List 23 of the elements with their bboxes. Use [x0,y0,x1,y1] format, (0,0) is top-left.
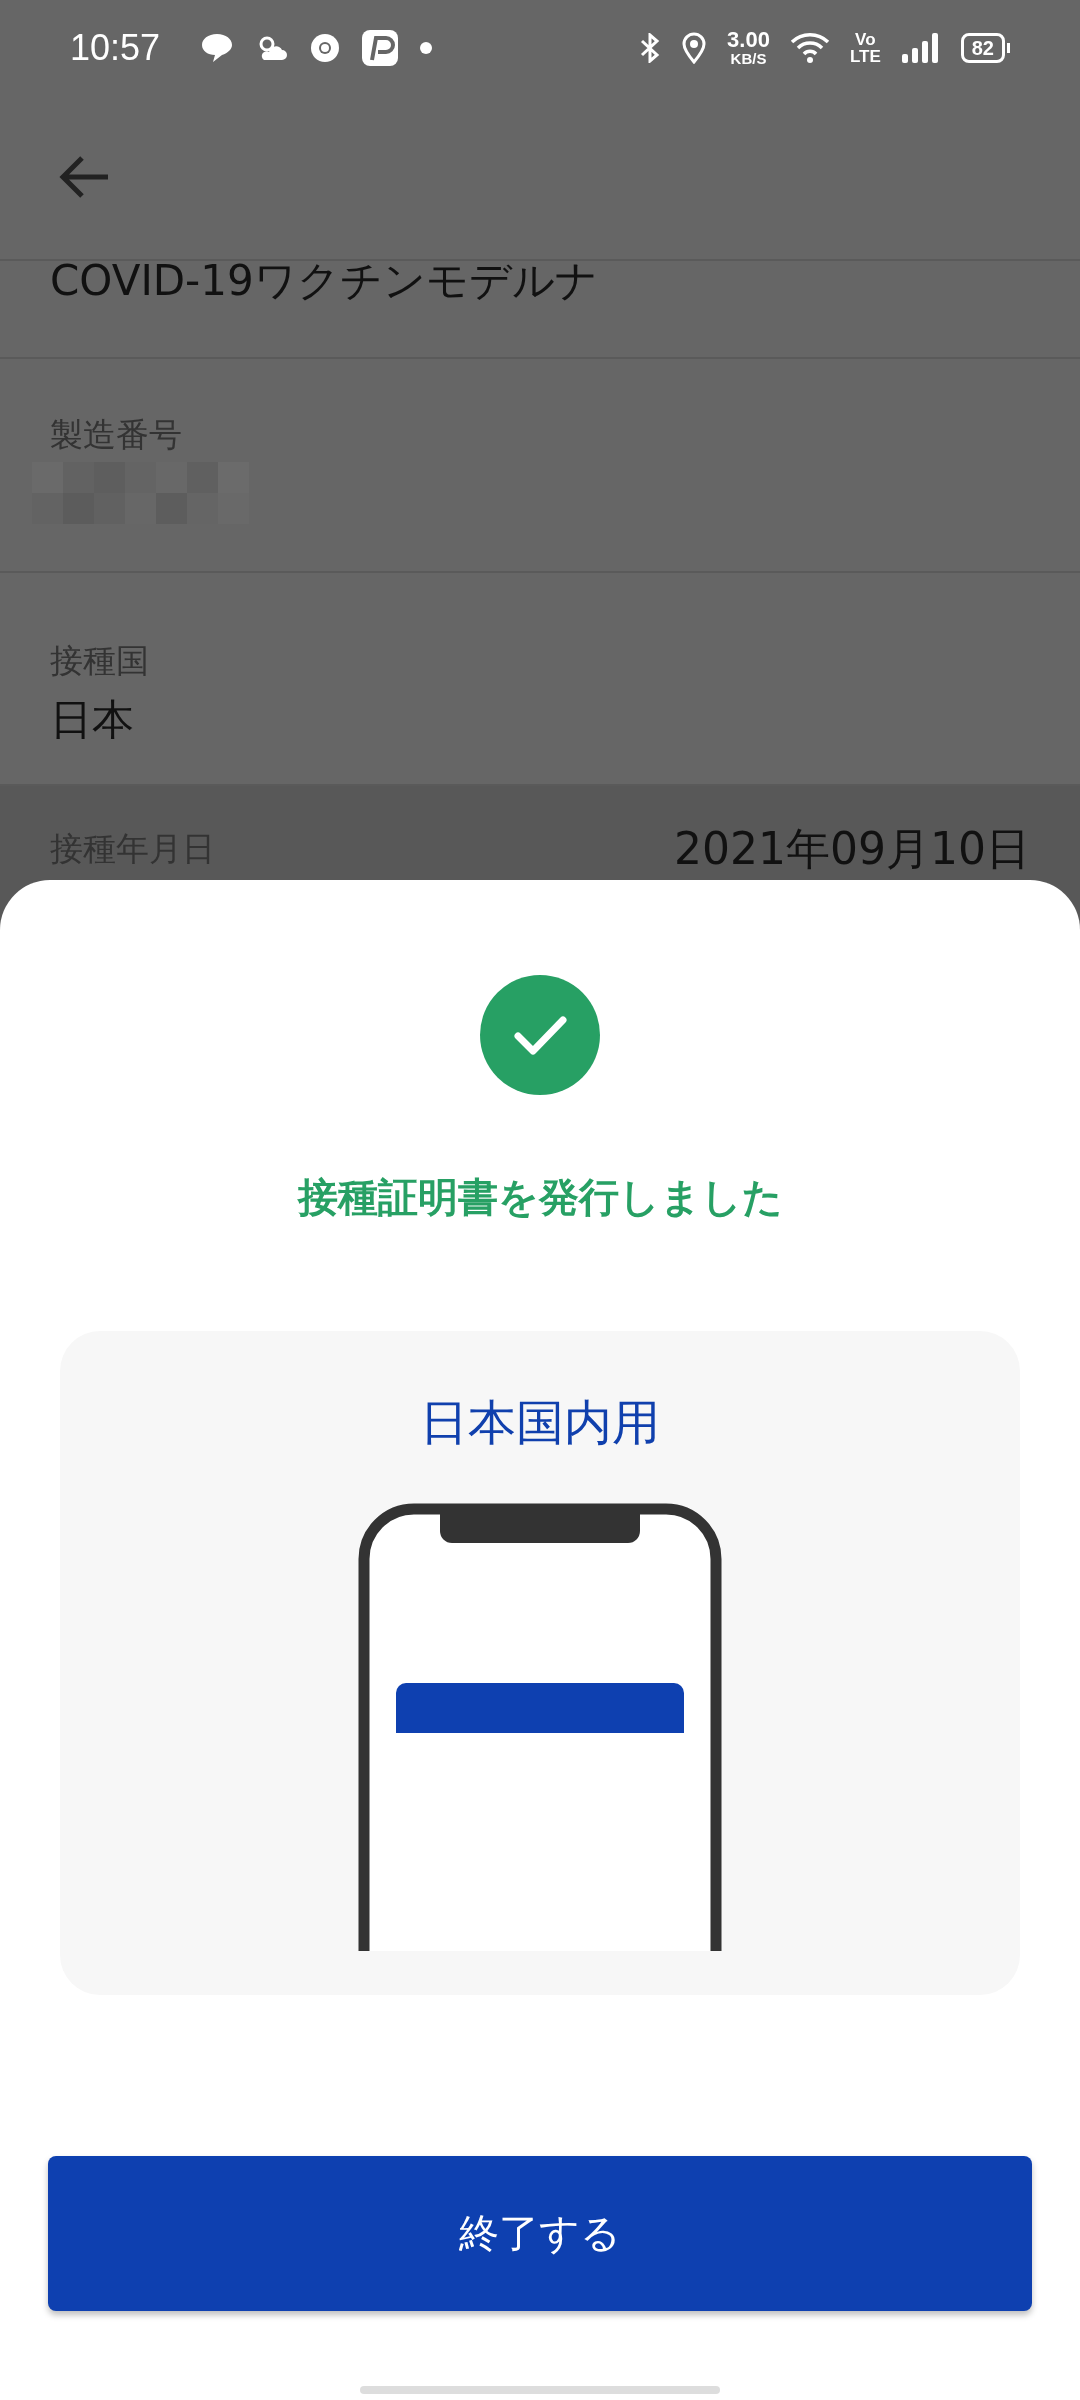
field-value: 日本 [50,694,135,746]
bluetooth-icon [639,32,662,63]
signal-icon [900,31,941,64]
battery-level: 82 [960,32,1005,63]
card-title: 日本国内用 [420,1393,660,1452]
browser-icon [310,32,341,63]
vaccine-name: COVID-19ワクチンモデルナ [50,261,598,307]
back-button[interactable] [58,155,110,199]
network-speed: 3.00 [727,29,770,51]
app-icon [362,29,399,66]
clock-time: 10:57 [70,26,161,69]
volte-label: Vo [855,30,876,48]
back-arrow-icon [58,155,110,199]
chat-bubble-icon [200,31,235,64]
location-icon [681,31,708,64]
success-title: 接種証明書を発行しました [297,1173,783,1221]
speed-unit: KB/S [730,51,767,66]
success-check-icon [480,975,600,1095]
finish-button[interactable]: 終了する [48,2156,1032,2311]
wifi-icon [789,31,830,64]
field-value: 2021年09月10日 [674,822,1030,876]
lte-label: LTE [849,47,881,65]
dot-icon [420,41,433,54]
